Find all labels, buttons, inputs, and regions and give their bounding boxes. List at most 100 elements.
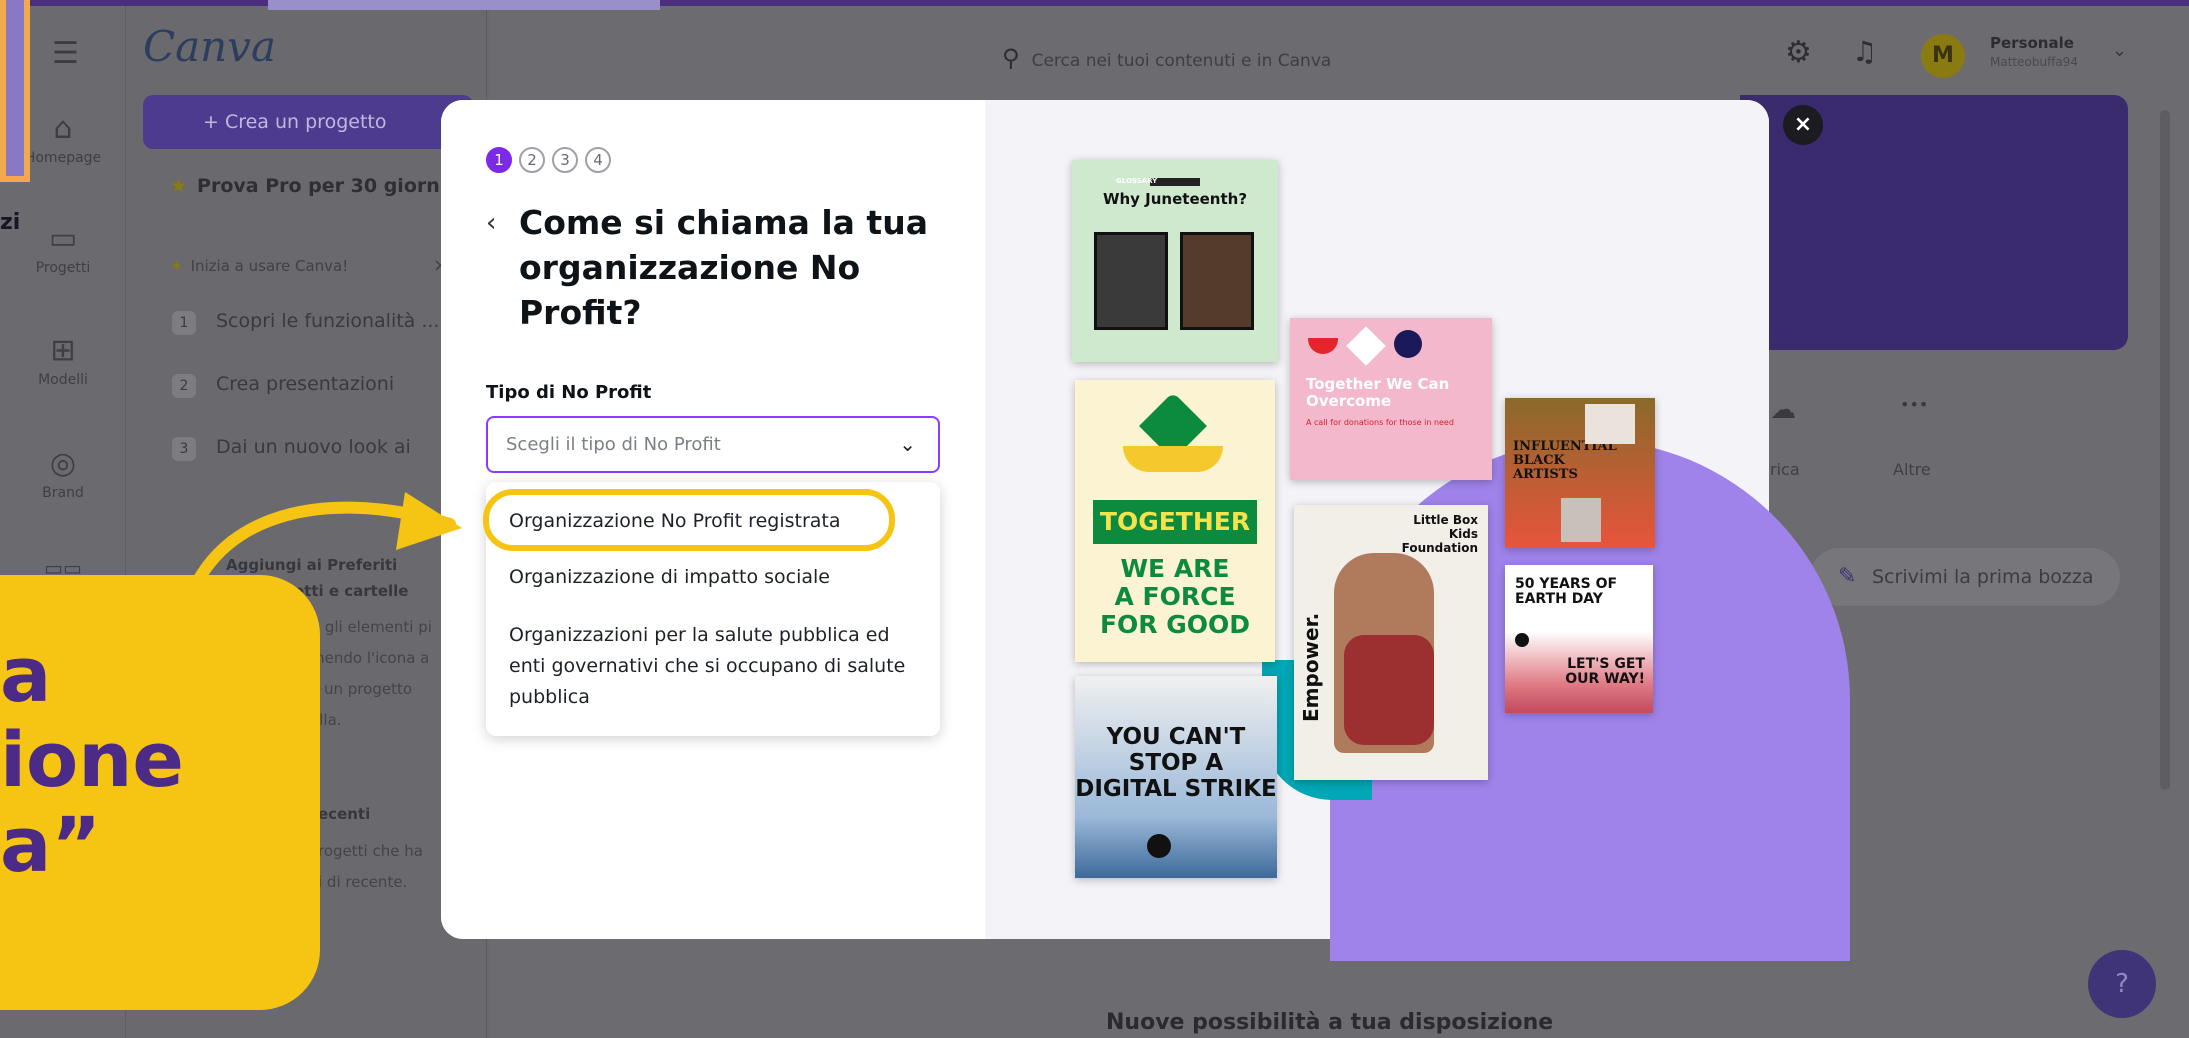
getting-started-label: Inizia a usare Canva! [190,257,349,275]
poster-title: Little Box Kids Foundation [1401,513,1478,555]
modal-form-panel: 1234 ‹ Come si chiama la tua organizzazi… [441,100,985,939]
quick-action-label: rica [1770,460,1800,479]
poster-line: FOR GOOD [1099,610,1251,639]
chevron-down-icon: ⌄ [899,432,916,456]
poster-little-box: Little Box Kids Foundation Empower. [1294,505,1488,780]
quick-action-label: Altre [1893,460,1931,479]
option-highlight-ring [483,489,895,551]
rail-item-modelli[interactable]: ⊞ Modelli [0,333,126,388]
poster-tag: GLOSSARY [1116,177,1158,185]
step-4: 4 [585,147,611,173]
callout-line: a” [0,800,102,889]
task-number: 1 [172,311,196,335]
try-pro-link[interactable]: ★ Prova Pro per 30 giorni [170,175,446,197]
step-3: 3 [552,147,578,173]
cropped-text: zi [0,210,21,235]
step-2: 2 [519,147,545,173]
callout-line: a [0,630,52,719]
poster-line: DIGITAL STRIKE [1075,776,1277,802]
draft-label: Scrivimi la prima bozza [1872,566,2094,588]
poster-line: YOU CAN'T [1106,724,1246,750]
rail-label: Progetti [35,260,91,276]
help-button[interactable]: ? [2088,950,2156,1018]
option-public-health[interactable]: Organizzazioni per la salute pubblica ed… [509,620,929,713]
poster-earth-day: 50 YEARS OF EARTH DAY LET'S GET OUR WAY! [1505,565,1653,713]
option-social-impact[interactable]: Organizzazione di impatto sociale [509,562,830,593]
bell-icon[interactable]: ♫ [1852,35,1877,68]
poster-subtitle: A call for donations for those in need [1306,418,1454,427]
sparkle-icon: ✦ [170,257,183,275]
step-1: 1 [486,147,512,173]
select-placeholder: Scegli il tipo di No Profit [506,434,721,455]
favorites-text-line: mendo l'icona a [310,649,430,667]
search-icon: ⚲ [1002,44,1020,72]
write-first-draft-button[interactable]: ✎ Scrivimi la prima bozza [1810,548,2120,606]
callout-line: ione [0,715,184,804]
recent-tip-text: rogetti che ha i di recente. [318,836,423,898]
tutorial-block [268,0,660,10]
task-item[interactable]: 3 Dai un nuovo look ai [172,436,411,461]
account-name: Personale [1990,34,2074,52]
rail-label: Modelli [38,372,88,388]
task-number: 2 [172,374,196,398]
modal-close-button[interactable]: × [1783,105,1823,145]
poster-line: STOP A [1128,750,1224,776]
poster-line: LET'S GET [1567,656,1645,672]
poster-title: Why Juneteenth? [1102,190,1248,208]
modal-title: Come si chiama la tua organizzazione No … [519,203,928,332]
tutorial-callout: a ione a” [0,575,320,1010]
task-label: Dai un nuovo look ai [216,436,411,458]
magic-wand-icon: ✎ [1838,564,1857,589]
poster-together-force: TOGETHER WE ARE A FORCE FOR GOOD [1075,380,1275,662]
poster-digital-strike: YOU CAN'T STOP A DIGITAL STRIKE [1075,676,1277,878]
account-switcher[interactable]: Personale Matteobuffa94 [1990,34,2078,72]
try-pro-label: Prova Pro per 30 giorni [197,175,447,197]
poster-line: TOGETHER [1093,500,1257,544]
poster-juneteenth: GLOSSARY Why Juneteenth? [1072,160,1278,362]
nonprofit-type-select[interactable]: Scegli il tipo di No Profit ⌄ [486,416,940,473]
poster-title: Together We Can Overcome [1306,375,1450,410]
poster-line: A FORCE [1114,582,1236,611]
account-handle: Matteobuffa94 [1990,55,2078,69]
nonprofit-type-label: Tipo di No Profit [486,382,652,403]
template-icon: ⊞ [50,333,76,368]
recent-tip-title: ecenti [318,805,371,823]
star-icon: ★ [170,175,188,197]
canva-logo[interactable]: Canva [143,22,276,71]
avatar[interactable]: M [1921,34,1965,78]
tutorial-arrow-icon [176,492,462,632]
task-item[interactable]: 2 Crea presentazioni [172,373,394,398]
upload-cloud-icon[interactable]: ☁ [1770,395,1796,425]
search-bar[interactable]: ⚲ Cerca nei tuoi contenuti e in Canva [1002,38,1642,78]
more-icon[interactable]: ••• [1900,395,1928,414]
poster-line: OUR WAY! [1565,671,1645,687]
poster-vertical-text: Empower. [1299,612,1323,722]
poster-line: WE ARE [1120,554,1230,583]
rail-item-brand[interactable]: ◎ Brand [0,446,126,501]
task-label: Scopri le funzionalità ... [216,310,440,332]
chevron-down-icon[interactable]: ⌄ [2112,40,2127,61]
poster-line: 50 YEARS OF [1515,576,1618,592]
getting-started-header: ✦Inizia a usare Canva! × [170,255,448,276]
tutorial-frame [0,0,30,182]
poster-title: INFLUENTIAL BLACK ARTISTS [1513,439,1617,482]
scrollbar[interactable] [2160,110,2170,790]
hamburger-menu-icon[interactable]: ☰ [52,36,82,71]
brand-icon: ◎ [49,446,77,481]
gear-icon[interactable]: ⚙ [1785,35,1812,70]
task-item[interactable]: 1 Scopri le funzionalità ... [172,310,439,335]
poster-influential: INFLUENTIAL BLACK ARTISTS [1505,398,1655,548]
back-chevron-icon[interactable]: ‹ [486,208,496,238]
section-caption: Nuove possibilità a tua disposizione [1106,1010,1554,1035]
poster-overcome: Together We Can Overcome A call for dona… [1290,318,1492,480]
favorites-text-line: ella. [310,711,342,729]
favorites-text-line: e un progetto [310,680,413,698]
rail-label: Brand [42,485,84,501]
poster-line: EARTH DAY [1515,591,1603,607]
search-placeholder: Cerca nei tuoi contenuti e in Canva [1031,51,1332,71]
recent-text-line: i di recente. [318,873,408,891]
step-indicator: 1234 [486,147,618,173]
create-project-button[interactable]: + Crea un progetto [143,95,473,149]
recent-text-line: rogetti che ha [318,842,423,860]
task-label: Crea presentazioni [216,373,395,395]
